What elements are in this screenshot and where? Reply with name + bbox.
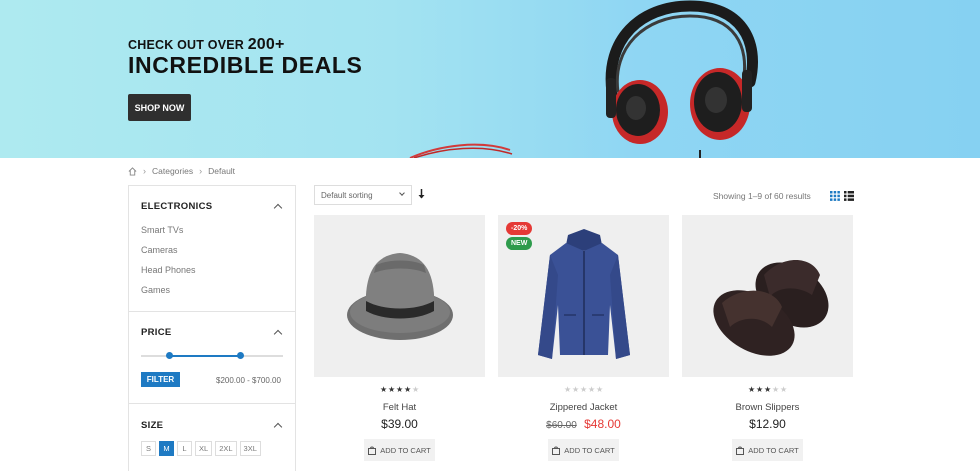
divider: [129, 311, 295, 312]
filter-button[interactable]: FILTER: [141, 372, 180, 387]
product-price: $12.90: [682, 417, 853, 431]
size-option-l[interactable]: L: [177, 441, 192, 456]
shopping-bag-icon: [552, 446, 561, 455]
star-icon: ★: [780, 385, 788, 394]
star-icon: ★: [756, 385, 764, 394]
shopping-bag-icon: [368, 446, 377, 455]
breadcrumb-categories[interactable]: Categories: [152, 166, 193, 176]
banner-title: INCREDIBLE DEALS: [128, 52, 363, 78]
shopping-bag-icon: [736, 446, 745, 455]
category-games[interactable]: Games: [141, 285, 170, 295]
size-heading[interactable]: SIZE: [141, 420, 163, 431]
star-icon: ★: [580, 385, 588, 394]
chevron-down-icon: [399, 190, 405, 196]
grid-view-icon[interactable]: [830, 191, 840, 201]
sort-select-value: Default sorting: [321, 190, 373, 200]
star-icon: ★: [396, 385, 404, 394]
chevron-up-icon[interactable]: [273, 422, 283, 432]
star-icon: ★: [588, 385, 596, 394]
product-current-price: $48.00: [584, 417, 621, 431]
breadcrumb: › Categories › Default: [128, 166, 235, 176]
product-image[interactable]: [314, 215, 485, 377]
category-head-phones[interactable]: Head Phones: [141, 265, 196, 275]
product-image[interactable]: [682, 215, 853, 377]
size-option-s[interactable]: S: [141, 441, 156, 456]
chevron-right-icon: ›: [199, 166, 203, 176]
filter-sidebar: ELECTRONICS Smart TVs Cameras Head Phone…: [128, 185, 296, 471]
add-to-cart-button[interactable]: ADD TO CART: [548, 439, 619, 461]
product-current-price: $12.90: [749, 417, 786, 431]
add-to-cart-label: ADD TO CART: [380, 445, 431, 455]
chevron-up-icon[interactable]: [273, 203, 283, 213]
brown-slippers-image: [713, 260, 829, 356]
chevron-right-icon: ›: [143, 166, 146, 176]
banner-subtitle-prefix: CHECK OUT OVER: [128, 38, 245, 52]
home-icon[interactable]: [128, 166, 137, 176]
product-current-price: $39.00: [381, 417, 418, 431]
price-slider-range: [169, 355, 241, 357]
add-to-cart-button[interactable]: ADD TO CART: [364, 439, 435, 461]
chevron-up-icon[interactable]: [273, 329, 283, 339]
list-view-icon[interactable]: [844, 191, 854, 201]
hero-banner: CHECK OUT OVER 200+ INCREDIBLE DEALS SHO…: [0, 0, 980, 158]
product-name[interactable]: Felt Hat: [314, 402, 485, 413]
star-icon: ★: [596, 385, 604, 394]
size-option-xl[interactable]: XL: [195, 441, 213, 456]
size-option-m[interactable]: M: [159, 441, 174, 456]
price-slider-min-handle[interactable]: [165, 352, 173, 359]
sort-select[interactable]: Default sorting: [314, 185, 412, 205]
star-icon: ★: [572, 385, 580, 394]
add-to-cart-button[interactable]: ADD TO CART: [732, 439, 803, 461]
results-count: Showing 1–9 of 60 results: [713, 191, 811, 201]
size-options: S M L XL 2XL 3XL: [141, 441, 261, 456]
new-badge: NEW: [506, 237, 533, 250]
product-rating: ★ ★ ★ ★ ★: [314, 385, 485, 394]
sale-badge: -20%: [506, 222, 533, 235]
star-icon: ★: [764, 385, 772, 394]
price-slider-max-handle[interactable]: [236, 352, 244, 359]
electronics-heading[interactable]: ELECTRONICS: [141, 201, 212, 212]
felt-hat-image: [347, 253, 453, 340]
category-smart-tvs[interactable]: Smart TVs: [141, 225, 183, 235]
divider: [129, 403, 295, 404]
sort-direction-arrow-icon[interactable]: [417, 188, 426, 200]
shop-now-button[interactable]: SHOP NOW: [128, 94, 191, 121]
add-to-cart-label: ADD TO CART: [748, 445, 799, 455]
product-rating: ★ ★ ★ ★ ★: [498, 385, 669, 394]
category-cameras[interactable]: Cameras: [141, 245, 178, 255]
size-option-2xl[interactable]: 2XL: [215, 441, 237, 456]
star-icon: ★: [380, 385, 388, 394]
product-price: $60.00 $48.00: [498, 417, 669, 431]
product-old-price: $60.00: [546, 420, 577, 431]
star-icon: ★: [748, 385, 756, 394]
product-price: $39.00: [314, 417, 485, 431]
headphones-image: [409, 0, 758, 158]
star-icon: ★: [388, 385, 396, 394]
star-icon: ★: [404, 385, 412, 394]
product-name[interactable]: Zippered Jacket: [498, 402, 669, 413]
price-range-text: $200.00 - $700.00: [216, 376, 281, 385]
product-name[interactable]: Brown Slippers: [682, 402, 853, 413]
star-icon: ★: [772, 385, 780, 394]
star-icon: ★: [412, 385, 420, 394]
size-option-3xl[interactable]: 3XL: [239, 441, 261, 456]
product-rating: ★ ★ ★ ★ ★: [682, 385, 853, 394]
breadcrumb-default: Default: [208, 166, 236, 176]
banner-subtitle-count: 200+: [247, 36, 285, 53]
price-heading[interactable]: PRICE: [141, 327, 172, 338]
star-icon: ★: [564, 385, 572, 394]
add-to-cart-label: ADD TO CART: [564, 445, 615, 455]
